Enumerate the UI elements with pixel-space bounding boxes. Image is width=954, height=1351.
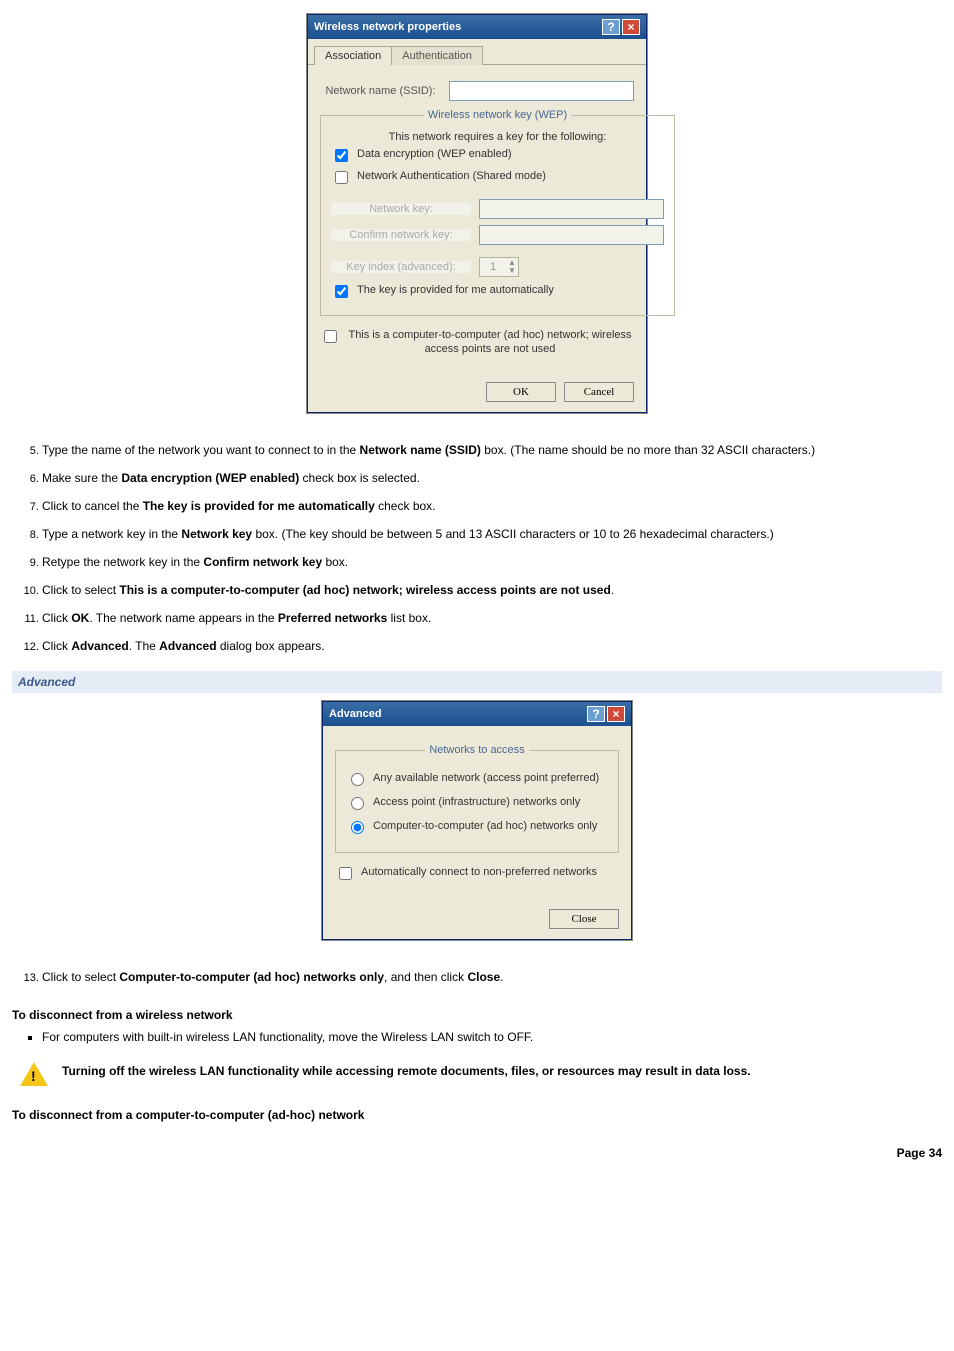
wireless-properties-dialog: Wireless network properties ? × Associat… (307, 14, 647, 413)
page-number: Page 34 (12, 1146, 942, 1160)
data-encryption-checkbox[interactable] (335, 149, 348, 162)
steps-list-b: Click to select Computer-to-computer (ad… (12, 968, 942, 986)
disconnect-wireless-heading: To disconnect from a wireless network (12, 1008, 942, 1022)
tab-authentication[interactable]: Authentication (391, 46, 483, 65)
step-5: Type the name of the network you want to… (42, 441, 942, 459)
warning-text: Turning off the wireless LAN functionali… (62, 1064, 942, 1078)
ssid-input[interactable] (449, 81, 634, 101)
confirm-key-label: Confirm network key: (331, 229, 471, 241)
key-index-spinner: 1 ▲▼ (479, 257, 519, 277)
dialog-titlebar: Wireless network properties ? × (308, 15, 646, 39)
tab-association[interactable]: Association (314, 46, 392, 65)
adhoc-checkbox[interactable] (324, 330, 337, 343)
wep-intro: This network requires a key for the foll… (331, 131, 664, 143)
steps-list-a: Type the name of the network you want to… (12, 441, 942, 655)
help-icon[interactable]: ? (602, 19, 620, 35)
auto-key-label: The key is provided for me automatically (357, 283, 554, 297)
networks-access-fieldset: Networks to access Any available network… (335, 744, 619, 853)
auto-connect-label: Automatically connect to non-preferred n… (361, 865, 597, 879)
adhoc-label: This is a computer-to-computer (ad hoc) … (346, 328, 634, 356)
help-icon[interactable]: ? (587, 706, 605, 722)
network-auth-label: Network Authentication (Shared mode) (357, 169, 546, 183)
ssid-label: Network name (SSID): (320, 85, 441, 97)
wep-fieldset: Wireless network key (WEP) This network … (320, 109, 675, 316)
advanced-titlebar: Advanced ? × (323, 702, 631, 726)
networks-access-legend: Networks to access (425, 744, 528, 756)
key-index-label: Key index (advanced): (331, 261, 471, 273)
step-9: Retype the network key in the Confirm ne… (42, 553, 942, 571)
cancel-button[interactable]: Cancel (564, 382, 634, 402)
step-10: Click to select This is a computer-to-co… (42, 581, 942, 599)
network-key-label: Network key: (331, 203, 471, 215)
close-icon[interactable]: × (607, 706, 625, 722)
dialog-title: Wireless network properties (314, 21, 461, 33)
close-button[interactable]: Close (549, 909, 619, 929)
wep-legend: Wireless network key (WEP) (424, 109, 571, 121)
step-6: Make sure the Data encryption (WEP enabl… (42, 469, 942, 487)
network-auth-checkbox[interactable] (335, 171, 348, 184)
data-encryption-label: Data encryption (WEP enabled) (357, 147, 512, 161)
disconnect-wireless-item: For computers with built-in wireless LAN… (42, 1030, 942, 1044)
advanced-heading: Advanced (12, 671, 942, 693)
radio-adhoc-only-label: Computer-to-computer (ad hoc) networks o… (373, 820, 597, 832)
step-8: Type a network key in the Network key bo… (42, 525, 942, 543)
auto-connect-checkbox[interactable] (339, 867, 352, 880)
ok-button[interactable]: OK (486, 382, 556, 402)
key-index-value: 1 (480, 261, 506, 273)
step-12: Click Advanced. The Advanced dialog box … (42, 637, 942, 655)
advanced-title: Advanced (329, 708, 382, 720)
step-7: Click to cancel the The key is provided … (42, 497, 942, 515)
radio-any-available-label: Any available network (access point pref… (373, 772, 599, 784)
radio-access-point-label: Access point (infrastructure) networks o… (373, 796, 580, 808)
network-key-input (479, 199, 664, 219)
radio-access-point[interactable] (351, 797, 364, 810)
disconnect-adhoc-heading: To disconnect from a computer-to-compute… (12, 1108, 942, 1122)
step-13: Click to select Computer-to-computer (ad… (42, 968, 942, 986)
radio-adhoc-only[interactable] (351, 821, 364, 834)
advanced-dialog: Advanced ? × Networks to access Any avai… (322, 701, 632, 940)
warning-icon (20, 1062, 48, 1086)
auto-key-checkbox[interactable] (335, 285, 348, 298)
spinner-arrows-icon: ▲▼ (506, 259, 518, 275)
radio-any-available[interactable] (351, 773, 364, 786)
close-icon[interactable]: × (622, 19, 640, 35)
disconnect-wireless-list: For computers with built-in wireless LAN… (12, 1030, 942, 1044)
warning-row: Turning off the wireless LAN functionali… (12, 1062, 942, 1086)
step-11: Click OK. The network name appears in th… (42, 609, 942, 627)
confirm-key-input (479, 225, 664, 245)
